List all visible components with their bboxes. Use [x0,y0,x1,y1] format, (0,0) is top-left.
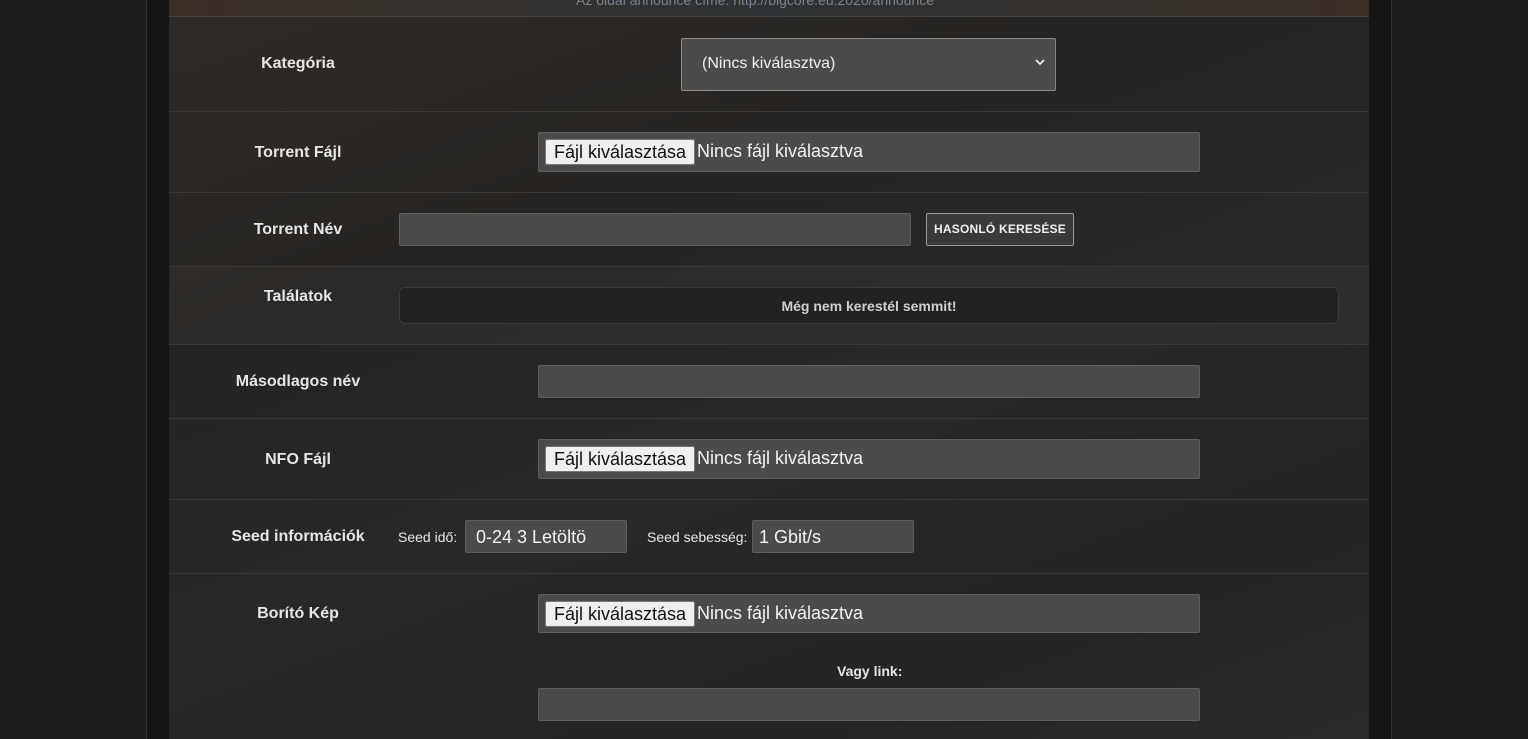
category-selected-value: (Nincs kiválasztva) [702,55,836,72]
secondary-name-label: Másodlagos név [235,373,361,390]
torrent-name-input[interactable] [399,213,911,246]
seed-info-row: Seed információk Seed idő: 0-24 3 Letölt… [169,500,1369,574]
announce-note-bar: Az oldal announce címe: http://bigcore.e… [169,0,1369,17]
torrent-name-label: Torrent Név [253,221,343,238]
results-row: Találatok Még nem kerestél semmit! [169,267,1369,345]
category-row: Kategória (Nincs kiválasztva) [169,18,1369,112]
nfo-file-row: NFO Fájl Fájl kiválasztása Nincs fájl ki… [169,419,1369,500]
category-label: Kategória [261,55,335,72]
upload-form-panel: Az oldal announce címe: http://bigcore.e… [169,0,1369,739]
cover-image-link-input[interactable] [538,688,1200,721]
seed-speed-input[interactable]: 1 Gbit/s [752,520,914,553]
torrent-name-row: Torrent Név HASONLÓ KERESÉSE [169,193,1369,267]
secondary-name-input[interactable] [538,365,1200,398]
search-similar-button[interactable]: HASONLÓ KERESÉSE [926,213,1074,246]
nfo-file-status: Nincs fájl kiválasztva [697,448,864,468]
nfo-file-choose-button[interactable]: Fájl kiválasztása [545,446,696,472]
category-select[interactable]: (Nincs kiválasztva) [681,38,1056,91]
seed-time-value: 0-24 3 Letöltö [476,527,587,547]
results-box: Még nem kerestél semmit! [399,287,1339,324]
cover-image-status: Nincs fájl kiválasztva [697,603,864,623]
or-link-label: Vagy link: [837,663,903,679]
cover-image-input[interactable]: Fájl kiválasztása Nincs fájl kiválasztva [538,594,1200,633]
seed-time-input[interactable]: 0-24 3 Letöltö [465,520,627,553]
cover-image-row: Borító Kép Fájl kiválasztása Nincs fájl … [169,574,1369,739]
cover-image-label: Borító Kép [257,605,339,622]
nfo-file-input[interactable]: Fájl kiválasztása Nincs fájl kiválasztva [538,439,1200,479]
results-label: Találatok [263,288,333,305]
cover-image-choose-button[interactable]: Fájl kiválasztása [545,601,696,627]
chevron-down-icon [1035,59,1045,66]
torrent-file-status: Nincs fájl kiválasztva [697,141,864,161]
torrent-file-choose-button[interactable]: Fájl kiválasztása [545,139,696,165]
secondary-name-row: Másodlagos név [169,345,1369,419]
torrent-file-input[interactable]: Fájl kiválasztása Nincs fájl kiválasztva [538,132,1200,172]
seed-speed-label: Seed sebesség: [647,529,748,545]
seed-speed-value: 1 Gbit/s [759,527,822,547]
nfo-file-label: NFO Fájl [265,451,331,468]
torrent-file-row: Torrent Fájl Fájl kiválasztása Nincs fáj… [169,112,1369,193]
seed-time-label: Seed idő: [398,529,458,545]
torrent-file-label: Torrent Fájl [254,144,342,161]
announce-note: Az oldal announce címe: http://bigcore.e… [576,0,935,8]
seed-info-label: Seed információk [231,528,365,545]
